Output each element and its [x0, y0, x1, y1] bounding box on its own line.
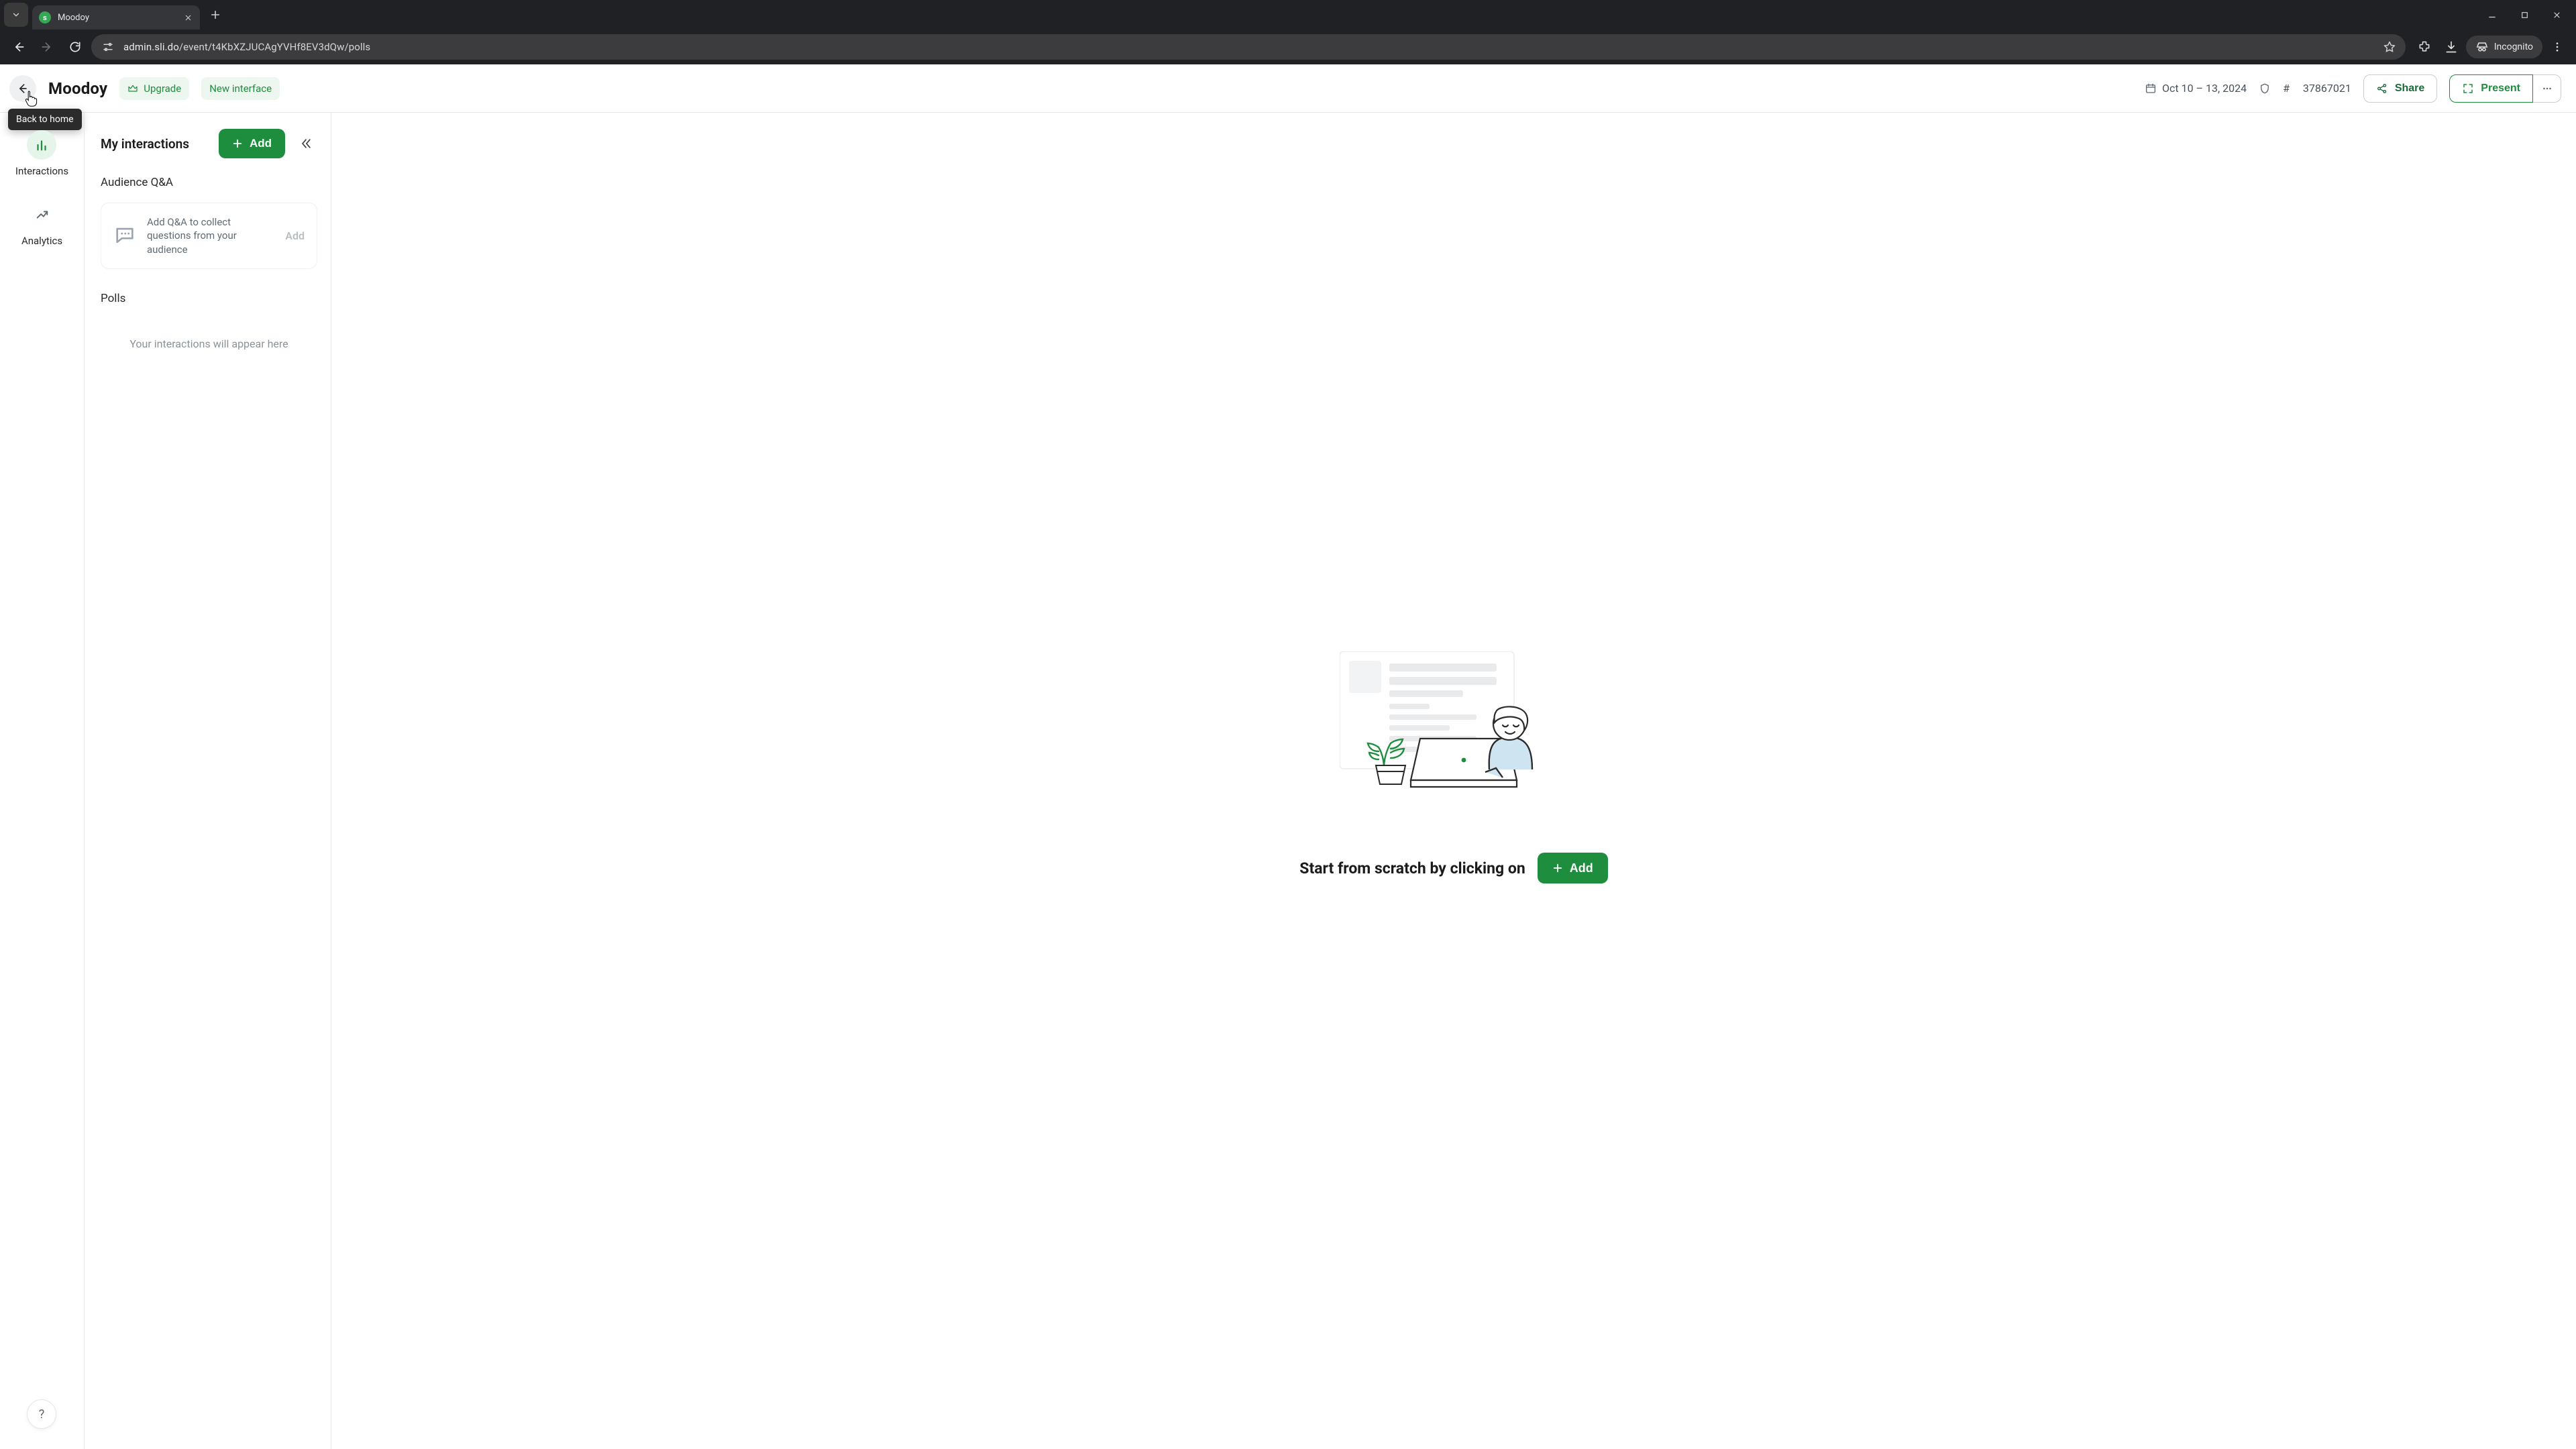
empty-interactions-hint: Your interactions will appear here	[101, 337, 317, 350]
qa-card-add-button[interactable]: Add	[285, 229, 305, 242]
add-interaction-button[interactable]: Add	[219, 129, 285, 158]
puzzle-icon	[2418, 40, 2431, 54]
address-bar[interactable]: admin.sli.do/event/t4KbXZJUCAgYVHf8EV3dQ…	[91, 34, 2406, 60]
back-to-home-button[interactable]: Back to home	[9, 75, 36, 102]
chevron-down-icon	[11, 10, 21, 19]
incognito-icon	[2475, 40, 2489, 54]
left-nav: Interactions Analytics ?	[0, 113, 85, 1449]
downloads-button[interactable]	[2439, 35, 2463, 59]
security-settings-button[interactable]	[2259, 83, 2271, 95]
shield-icon	[2259, 83, 2271, 95]
reload-icon	[68, 40, 82, 54]
reload-button[interactable]	[63, 35, 87, 59]
app-root: Back to home Moodoy Upgrade New interfac…	[0, 64, 2576, 1449]
app-body: Interactions Analytics ? My interactions…	[0, 113, 2576, 1449]
share-button[interactable]: Share	[2363, 74, 2437, 103]
plus-icon	[210, 9, 221, 20]
address-bar-row: admin.sli.do/event/t4KbXZJUCAgYVHf8EV3dQ…	[0, 30, 2576, 64]
nav-item-label: Analytics	[21, 235, 62, 247]
empty-state-illustration	[1340, 651, 1568, 806]
kebab-icon	[2551, 41, 2563, 53]
incognito-label: Incognito	[2494, 42, 2533, 52]
qa-section-label: Audience Q&A	[101, 176, 317, 189]
tab-strip: s Moodoy	[0, 0, 2576, 30]
share-icon	[2376, 83, 2388, 95]
minimize-icon	[2487, 10, 2497, 19]
cta-row: Start from scratch by clicking on Add	[1299, 853, 1607, 883]
fullscreen-icon	[2462, 83, 2474, 95]
url-text: admin.sli.do/event/t4KbXZJUCAgYVHf8EV3dQ…	[123, 41, 370, 53]
upgrade-label: Upgrade	[144, 83, 181, 95]
window-maximize-button[interactable]	[2509, 4, 2540, 25]
event-code[interactable]: # 37867021	[2283, 82, 2351, 95]
browser-chrome: s Moodoy admin.sli.do/event/t4KbXZJUCAgY…	[0, 0, 2576, 64]
polls-section-label: Polls	[101, 292, 317, 305]
qa-card-text: Add Q&A to collect questions from your a…	[147, 215, 274, 256]
cta-add-label: Add	[1570, 861, 1593, 875]
crown-icon	[127, 83, 138, 94]
tab-close-button[interactable]	[184, 14, 192, 21]
nav-item-label: Interactions	[15, 165, 68, 177]
tune-icon	[102, 41, 114, 53]
bar-chart-icon	[27, 130, 56, 160]
plus-icon	[1552, 863, 1563, 873]
present-button[interactable]: Present	[2449, 74, 2533, 103]
event-code-prefix: #	[2283, 82, 2290, 95]
window-controls	[2477, 0, 2572, 30]
help-button[interactable]: ?	[27, 1399, 56, 1429]
more-horizontal-icon	[2541, 83, 2553, 95]
close-icon	[184, 14, 192, 21]
nav-item-analytics[interactable]: Analytics	[21, 200, 62, 247]
browser-tab[interactable]: s Moodoy	[32, 5, 200, 30]
panel-title: My interactions	[101, 136, 189, 152]
cta-add-button[interactable]: Add	[1538, 853, 1608, 883]
event-date-range[interactable]: Oct 10 – 13, 2024	[2145, 82, 2247, 95]
download-icon	[2445, 40, 2458, 54]
event-title[interactable]: Moodoy	[48, 79, 107, 98]
bookmark-button[interactable]	[2383, 40, 2396, 54]
new-interface-label: New interface	[209, 83, 272, 95]
arrow-right-icon	[40, 40, 54, 54]
share-label: Share	[2395, 83, 2424, 95]
forward-button[interactable]	[35, 35, 59, 59]
cta-text: Start from scratch by clicking on	[1299, 859, 1525, 877]
nav-item-interactions[interactable]: Interactions	[15, 130, 68, 177]
tab-title: Moodoy	[58, 13, 89, 23]
kebab-menu-button[interactable]	[2545, 35, 2569, 59]
calendar-icon	[2145, 83, 2157, 95]
window-close-button[interactable]	[2541, 4, 2572, 25]
panel-header: My interactions Add	[101, 129, 317, 158]
back-button[interactable]	[7, 35, 31, 59]
maximize-icon	[2520, 11, 2529, 19]
extensions-button[interactable]	[2412, 35, 2436, 59]
site-info-button[interactable]	[101, 40, 115, 54]
event-code-value: 37867021	[2303, 82, 2351, 95]
chat-icon	[113, 224, 136, 247]
trend-up-icon	[28, 200, 57, 229]
add-label: Add	[250, 137, 272, 150]
upgrade-button[interactable]: Upgrade	[119, 77, 189, 100]
chevrons-left-icon	[299, 137, 313, 150]
event-date-text: Oct 10 – 13, 2024	[2162, 82, 2247, 95]
present-more-button[interactable]	[2533, 74, 2561, 103]
arrow-left-icon	[16, 82, 30, 95]
plus-icon	[232, 138, 243, 149]
incognito-indicator[interactable]: Incognito	[2466, 36, 2542, 58]
close-icon	[2553, 11, 2561, 19]
tab-favicon: s	[39, 11, 51, 23]
arrow-left-icon	[12, 40, 25, 54]
main-stage: Start from scratch by clicking on Add	[331, 113, 2576, 1449]
interactions-panel: My interactions Add Audience Q&A Add Q&A…	[85, 113, 331, 1449]
new-interface-badge[interactable]: New interface	[201, 77, 280, 100]
qa-card[interactable]: Add Q&A to collect questions from your a…	[101, 203, 317, 269]
window-minimize-button[interactable]	[2477, 4, 2508, 25]
toolbar-icons: Incognito	[2412, 35, 2569, 59]
present-label: Present	[2481, 83, 2520, 95]
app-topbar: Back to home Moodoy Upgrade New interfac…	[0, 64, 2576, 113]
tab-search-button[interactable]	[4, 3, 28, 27]
topbar-right: Oct 10 – 13, 2024 # 37867021 Share Prese…	[2145, 74, 2561, 103]
star-icon	[2383, 40, 2396, 54]
new-tab-button[interactable]	[205, 5, 225, 25]
collapse-panel-button[interactable]	[294, 132, 317, 155]
